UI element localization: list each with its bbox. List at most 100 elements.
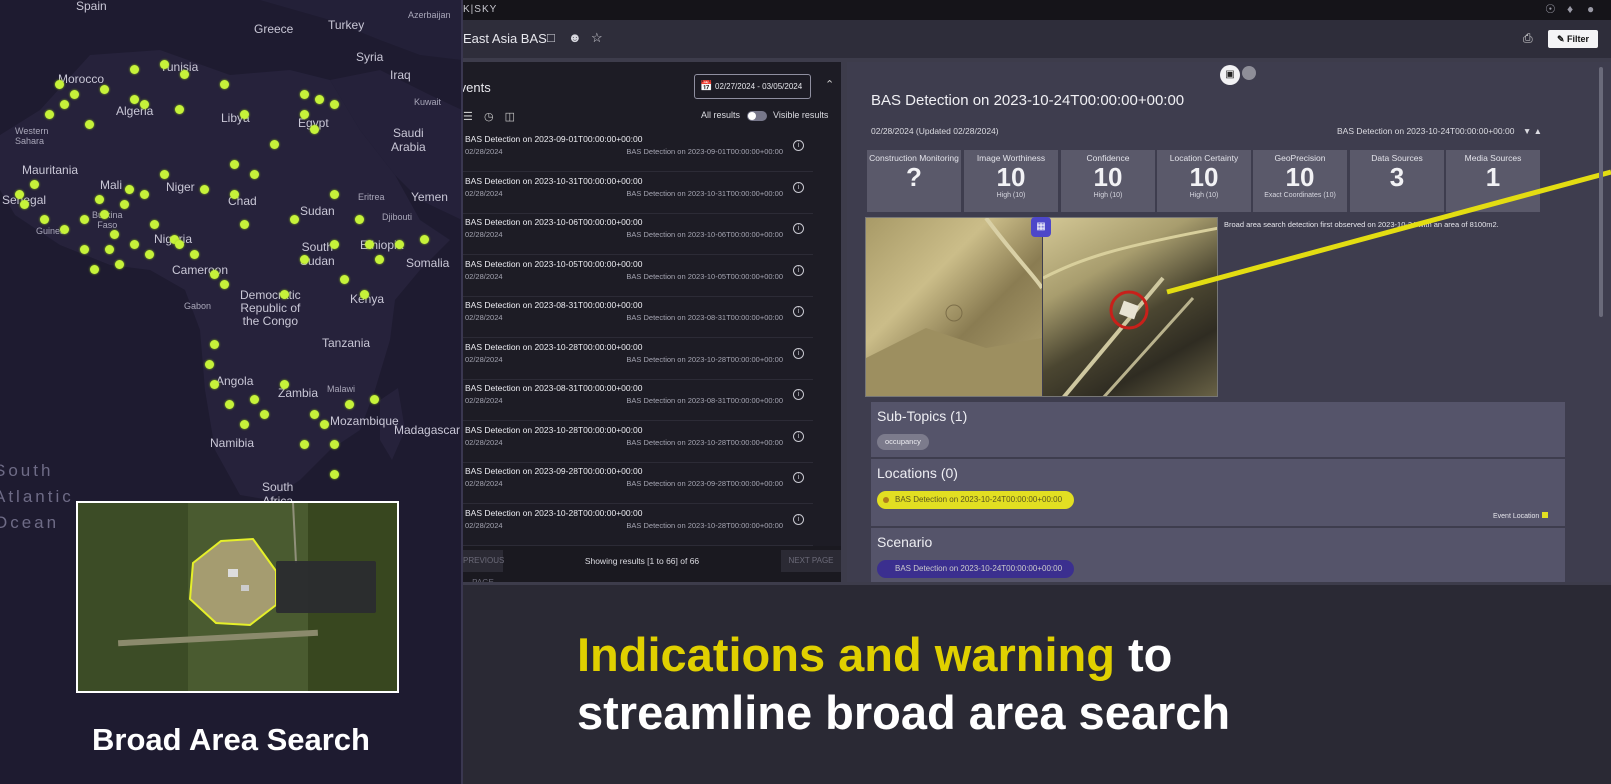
detection-dot[interactable] — [345, 400, 354, 409]
megaphone-icon[interactable]: ☉ — [1545, 2, 1556, 16]
event-list-item[interactable]: BAS Detection on 2023-10-31T00:00:00+00:… — [463, 172, 813, 214]
detection-dot[interactable] — [110, 230, 119, 239]
detection-dot[interactable] — [300, 440, 309, 449]
star-icon[interactable]: ☆ — [591, 30, 603, 46]
detection-dot[interactable] — [270, 140, 279, 149]
document-icon[interactable]: □ — [547, 30, 555, 45]
detection-dot[interactable] — [100, 85, 109, 94]
detection-dot[interactable] — [95, 195, 104, 204]
detection-dot[interactable] — [140, 190, 149, 199]
date-range-picker[interactable]: 📅 02/27/2024 - 03/05/2024 — [694, 74, 811, 99]
previous-page-button[interactable]: PREVIOUS PAGE — [463, 550, 504, 582]
info-icon[interactable]: i — [793, 264, 804, 276]
detection-dot[interactable] — [360, 290, 369, 299]
detection-dot[interactable] — [320, 420, 329, 429]
detection-dot[interactable] — [60, 225, 69, 234]
detection-dot[interactable] — [210, 340, 219, 349]
detection-dot[interactable] — [105, 245, 114, 254]
detection-dot[interactable] — [45, 110, 54, 119]
info-icon[interactable]: i — [793, 513, 804, 525]
next-page-button[interactable]: NEXT PAGE — [781, 550, 841, 572]
detection-dot[interactable] — [330, 100, 339, 109]
detection-dot[interactable] — [130, 95, 139, 104]
thumbs-down-icon[interactable]: ▼ — [1523, 126, 1531, 136]
detection-dot[interactable] — [240, 420, 249, 429]
detection-dot[interactable] — [300, 255, 309, 264]
detection-dot[interactable] — [160, 170, 169, 179]
info-icon[interactable]: i — [793, 472, 804, 483]
detection-dot[interactable] — [210, 380, 219, 389]
thumbs-up-icon[interactable]: ▲ — [1534, 126, 1542, 136]
clock-icon[interactable]: ◷ — [484, 111, 494, 123]
user-icon[interactable]: ● — [1587, 2, 1594, 16]
detection-dot[interactable] — [85, 120, 94, 129]
imagery-comparison[interactable] — [865, 217, 1218, 397]
detection-dot[interactable] — [160, 60, 169, 69]
detection-dot[interactable] — [130, 240, 139, 249]
event-list-item[interactable]: BAS Detection on 2023-10-28T00:00:00+00:… — [463, 421, 813, 463]
detection-dot[interactable] — [60, 100, 69, 109]
detection-dot[interactable] — [395, 240, 404, 249]
detection-dot[interactable] — [260, 410, 269, 419]
map-view-icon[interactable]: ▣ — [1220, 65, 1240, 85]
event-list-item[interactable]: BAS Detection on 2023-09-28T00:00:00+00:… — [463, 462, 813, 504]
detection-dot[interactable] — [190, 250, 199, 259]
detection-dot[interactable] — [250, 395, 259, 404]
detection-dot[interactable] — [330, 240, 339, 249]
detection-dot[interactable] — [15, 190, 24, 199]
detection-dot[interactable] — [205, 360, 214, 369]
detection-dot[interactable] — [200, 185, 209, 194]
filter-button[interactable]: ✎ Filter — [1548, 30, 1598, 48]
compare-sync-icon[interactable]: ▦ — [1031, 217, 1051, 237]
detection-dot[interactable] — [180, 70, 189, 79]
detection-dot[interactable] — [90, 265, 99, 274]
detection-dot[interactable] — [70, 90, 79, 99]
detection-dot[interactable] — [40, 215, 49, 224]
subtopic-chip[interactable]: occupancy — [877, 434, 929, 450]
event-list-item[interactable]: BAS Detection on 2023-10-06T00:00:00+00:… — [463, 213, 813, 255]
detection-dot[interactable] — [310, 410, 319, 419]
detection-dot[interactable] — [150, 220, 159, 229]
event-list-item[interactable]: BAS Detection on 2023-09-01T00:00:00+00:… — [463, 130, 813, 172]
event-list-item[interactable]: BAS Detection on 2023-10-28T00:00:00+00:… — [463, 504, 813, 546]
visible-results-toggle[interactable] — [746, 110, 767, 121]
detection-dot[interactable] — [330, 470, 339, 479]
list-view-dot[interactable] — [1242, 65, 1256, 80]
detection-dot[interactable] — [250, 170, 259, 179]
detection-dot[interactable] — [375, 255, 384, 264]
info-icon[interactable]: i — [793, 347, 804, 359]
detection-dot[interactable] — [330, 190, 339, 199]
detection-dot[interactable] — [220, 80, 229, 89]
location-chip[interactable]: BAS Detection on 2023-10-24T00:00:00+00:… — [877, 491, 1074, 509]
before-image[interactable] — [866, 218, 1044, 396]
info-icon[interactable]: i — [793, 181, 804, 193]
detail-scrollbar[interactable] — [1599, 67, 1603, 317]
event-list-item[interactable]: BAS Detection on 2023-08-31T00:00:00+00:… — [463, 379, 813, 421]
chevron-up-icon[interactable]: ⌃ — [825, 78, 834, 91]
detection-dot[interactable] — [370, 395, 379, 404]
detection-dot[interactable] — [315, 95, 324, 104]
detection-dot[interactable] — [125, 185, 134, 194]
detection-dot[interactable] — [340, 275, 349, 284]
detection-dot[interactable] — [300, 90, 309, 99]
detection-dot[interactable] — [300, 110, 309, 119]
info-icon[interactable]: i — [793, 140, 804, 151]
detection-dot[interactable] — [120, 200, 129, 209]
list-icon[interactable]: ☰ — [463, 111, 473, 123]
detection-dot[interactable] — [80, 245, 89, 254]
detection-dot[interactable] — [175, 105, 184, 114]
detection-dot[interactable] — [230, 190, 239, 199]
event-list-item[interactable]: BAS Detection on 2023-10-28T00:00:00+00:… — [463, 338, 813, 380]
detection-dot[interactable] — [310, 125, 319, 134]
info-icon[interactable]: i — [793, 306, 804, 317]
event-list-item[interactable]: BAS Detection on 2023-08-31T00:00:00+00:… — [463, 296, 813, 338]
detection-dot[interactable] — [20, 200, 29, 209]
detection-dot[interactable] — [55, 80, 64, 89]
inset-satellite-image[interactable] — [76, 501, 399, 693]
detection-dot[interactable] — [210, 270, 219, 279]
detection-dot[interactable] — [80, 215, 89, 224]
after-image[interactable] — [1042, 218, 1217, 396]
info-icon[interactable]: i — [793, 223, 804, 234]
detection-dot[interactable] — [220, 280, 229, 289]
print-icon[interactable]: ⎙ — [1523, 31, 1533, 46]
